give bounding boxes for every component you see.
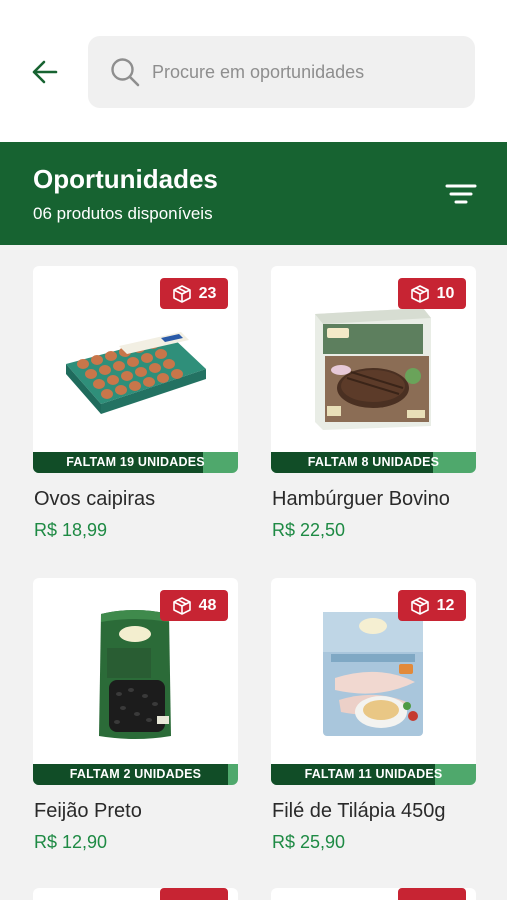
stock-badge: 23	[160, 278, 228, 309]
stock-badge: 12	[398, 590, 466, 621]
back-button[interactable]	[26, 54, 62, 90]
remaining-units-label: FALTAM 11 UNIDADES	[304, 767, 443, 781]
product-name: Feijão Preto	[34, 800, 142, 822]
egg-carton-image	[66, 332, 206, 414]
product-price: R$ 18,99	[34, 520, 108, 540]
filter-icon	[445, 184, 477, 204]
remaining-units-bar: FALTAM 2 UNIDADES	[33, 764, 238, 785]
stock-count: 12	[436, 596, 455, 614]
box-icon	[410, 596, 429, 615]
product-card-partial[interactable]	[33, 888, 238, 900]
box-icon	[172, 284, 191, 303]
product-image-box: 10 FALTAM 8 UNIDADES	[271, 266, 476, 473]
search-bar[interactable]	[88, 36, 475, 108]
product-card-partial[interactable]	[271, 888, 476, 900]
remaining-units-bar: FALTAM 8 UNIDADES	[271, 452, 476, 473]
filter-button[interactable]	[441, 178, 481, 210]
stock-badge	[160, 888, 228, 900]
remaining-units-label: FALTAM 8 UNIDADES	[307, 455, 440, 469]
product-image-box: 48 FALTAM 2 UNIDADES	[33, 578, 238, 785]
product-image-box: 12 FALTAM 11 UNIDADES	[271, 578, 476, 785]
fish-fillet-image	[323, 612, 423, 736]
search-icon	[111, 58, 140, 87]
opportunities-header: Oportunidades 06 produtos disponíveis	[0, 142, 507, 245]
stock-count: 10	[436, 284, 455, 302]
page-title: Oportunidades	[33, 164, 218, 194]
product-image-box: 23 FALTAM 19 UNIDADES	[33, 266, 238, 473]
stock-count: 48	[198, 596, 217, 614]
burger-box-image	[315, 308, 431, 430]
product-price: R$ 22,50	[272, 520, 346, 540]
product-name: Hambúrguer Bovino	[272, 488, 450, 510]
stock-count: 23	[198, 284, 217, 302]
product-price: R$ 12,90	[34, 832, 108, 852]
stock-badge: 10	[398, 278, 466, 309]
product-name: Ovos caipiras	[34, 488, 156, 510]
remaining-units-bar: FALTAM 11 UNIDADES	[271, 764, 476, 785]
remaining-units-label: FALTAM 2 UNIDADES	[69, 767, 202, 781]
remaining-units-label: FALTAM 19 UNIDADES	[66, 455, 205, 469]
stock-badge	[398, 888, 466, 900]
box-icon	[410, 284, 429, 303]
stock-badge: 48	[160, 590, 228, 621]
search-input[interactable]	[152, 61, 442, 83]
product-name: Filé de Tilápia 450g	[272, 800, 446, 822]
top-bar	[0, 0, 507, 142]
product-price: R$ 25,90	[272, 832, 346, 852]
arrow-left-icon	[32, 60, 58, 84]
remaining-units-bar: FALTAM 19 UNIDADES	[33, 452, 238, 473]
bean-bag-image	[99, 610, 171, 739]
box-icon	[172, 596, 191, 615]
products-count: 06 produtos disponíveis	[33, 204, 213, 223]
